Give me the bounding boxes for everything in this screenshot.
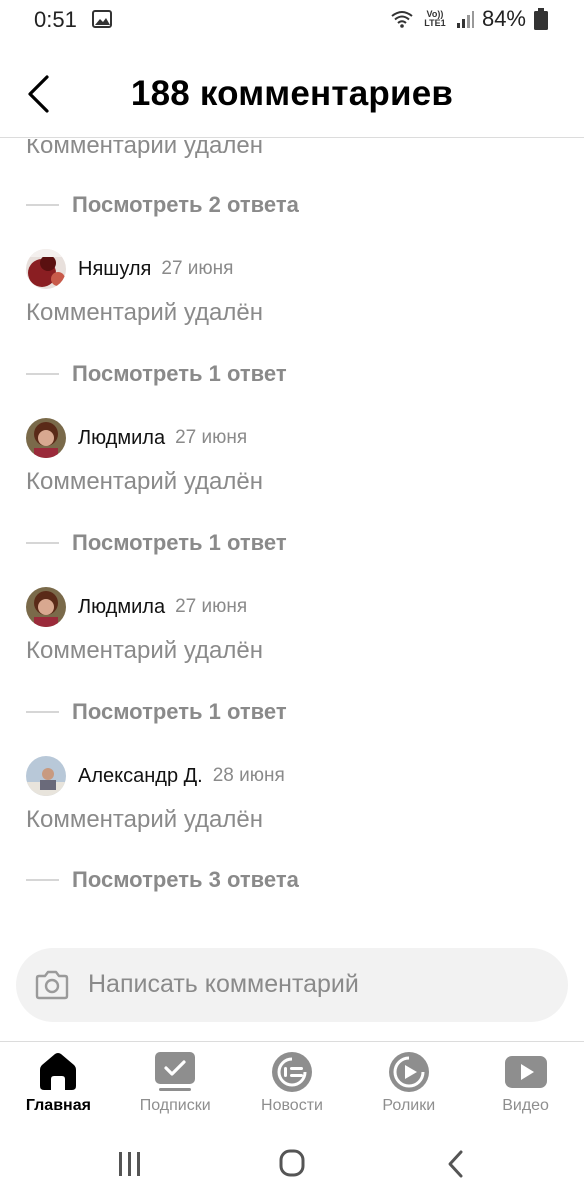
reply-divider [26, 542, 59, 544]
nav-label-subscriptions: Подписки [139, 1097, 211, 1114]
reply-divider [26, 879, 59, 881]
nav-label-clips: Ролики [382, 1097, 436, 1114]
battery-percent: 84% [481, 6, 526, 31]
comment-author-row[interactable]: Александр Д. 28 июня [26, 756, 285, 796]
nav-item-subscriptions[interactable]: Подписки [117, 1042, 234, 1126]
comment-text: Комментарий удалён [26, 468, 263, 495]
comments-list[interactable]: Комментарий удален Посмотреть 2 ответа Н… [0, 139, 584, 934]
battery-icon [534, 8, 548, 30]
comment-author-row[interactable]: Людмила 27 июня [26, 587, 247, 627]
nav-item-video[interactable]: Видео [467, 1042, 584, 1126]
home-system-icon[interactable] [272, 1148, 312, 1180]
lte-indicator: Vo)) LTE1 [424, 9, 446, 28]
recent-apps-icon[interactable] [110, 1148, 150, 1180]
video-icon [504, 1056, 547, 1088]
nav-label-video: Видео [502, 1097, 549, 1114]
comment-input[interactable]: Написать комментарий [16, 948, 568, 1022]
bottom-nav: Главная Подписки Новости Ролики Видео [0, 1041, 584, 1126]
clips-icon [388, 1052, 429, 1092]
view-replies-link[interactable]: Посмотреть 3 ответа [26, 865, 299, 895]
camera-icon[interactable] [34, 970, 70, 1000]
comment-text: Комментарий удалён [26, 637, 263, 664]
nav-item-news[interactable]: Новости [234, 1042, 351, 1126]
header: 188 комментариев [0, 40, 584, 138]
nav-label-home: Главная [25, 1097, 91, 1114]
comment-text: Комментарий удален [26, 139, 263, 159]
view-replies-label: Посмотреть 3 ответа [72, 867, 299, 892]
comment-text: Комментарий удалён [26, 806, 263, 833]
nav-item-clips[interactable]: Ролики [350, 1042, 467, 1126]
view-replies-link[interactable]: Посмотреть 1 ответ [26, 697, 287, 727]
reply-divider [26, 204, 59, 206]
view-replies-label: Посмотреть 2 ответа [72, 192, 299, 217]
view-replies-link[interactable]: Посмотреть 2 ответа [26, 190, 299, 220]
avatar[interactable] [26, 756, 66, 796]
comment-author-row[interactable]: Няшуля 27 июня [26, 249, 233, 289]
view-replies-link[interactable]: Посмотреть 1 ответ [26, 528, 287, 558]
signal-icon [456, 11, 474, 28]
avatar[interactable] [26, 587, 66, 627]
home-icon [40, 1053, 77, 1090]
reply-divider [26, 711, 59, 713]
comment-date: 27 июня [161, 258, 234, 279]
view-replies-link[interactable]: Посмотреть 1 ответ [26, 359, 287, 389]
comment-text: Комментарий удалён [26, 299, 263, 326]
comment-date: 27 июня [175, 596, 248, 617]
subscriptions-icon [155, 1052, 196, 1091]
wifi-icon [391, 11, 413, 28]
view-replies-label: Посмотреть 1 ответ [72, 699, 287, 724]
nav-label-news: Новости [261, 1097, 323, 1114]
comment-author-row[interactable]: Людмила 27 июня [26, 418, 247, 458]
system-nav-bar [0, 1128, 584, 1200]
status-time: 0:51 [34, 7, 77, 32]
status-bar: 0:51 Vo)) LTE1 84% [0, 0, 584, 40]
comment-author[interactable]: Людмила [78, 596, 165, 619]
comment-date: 28 июня [212, 765, 285, 786]
avatar[interactable] [26, 249, 66, 289]
status-right: Vo)) LTE1 84% [390, 6, 548, 32]
news-icon [271, 1052, 312, 1092]
page-title: 188 комментариев [130, 74, 454, 113]
comment-author[interactable]: Александр Д. [78, 765, 203, 788]
view-replies-label: Посмотреть 1 ответ [72, 361, 287, 386]
back-system-icon[interactable] [436, 1148, 476, 1180]
comment-placeholder: Написать комментарий [88, 970, 359, 998]
view-replies-label: Посмотреть 1 ответ [72, 530, 287, 555]
comment-author[interactable]: Няшуля [78, 258, 151, 281]
comment-date: 27 июня [175, 427, 248, 448]
avatar[interactable] [26, 418, 66, 458]
reply-divider [26, 373, 59, 375]
comment-author[interactable]: Людмила [78, 427, 165, 450]
nav-item-home[interactable]: Главная [0, 1042, 117, 1126]
gallery-notification-icon [92, 10, 112, 28]
